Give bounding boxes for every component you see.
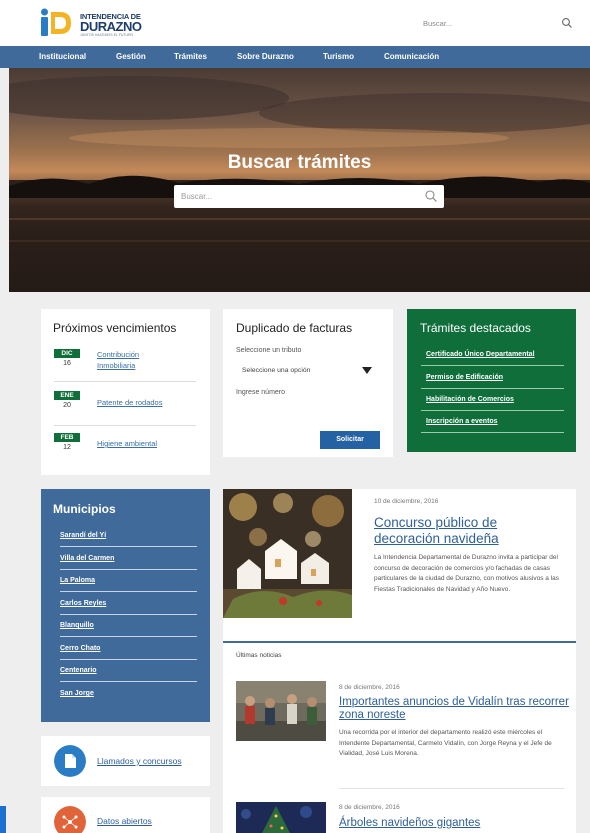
nav-item-sobre-durazno[interactable]: Sobre Durazno: [237, 52, 294, 61]
header-search-placeholder: Buscar...: [423, 19, 453, 28]
site-header: INTENDENCIA DE DURAZNO JUNTOS HACEMOS EL…: [0, 0, 590, 46]
news-title-arboles[interactable]: Árboles navideños gigantes: [339, 817, 569, 830]
divider: [60, 569, 197, 570]
numero-label: Ingrese número: [236, 389, 286, 396]
solicitar-button[interactable]: Solicitar: [320, 431, 380, 449]
venc-date-2: ENE 20: [54, 391, 80, 409]
hero-search-input[interactable]: Buscar...: [174, 185, 444, 208]
duplicado-title: Duplicado de facturas: [236, 321, 353, 335]
tributo-select-value: Seleccione una opción: [242, 367, 311, 374]
news-date: 8 de diciembre, 2016: [339, 684, 400, 691]
venc-month: FEB: [54, 433, 80, 442]
divider: [421, 432, 564, 433]
nav-item-tramites[interactable]: Trámites: [174, 52, 207, 61]
featured-news-title[interactable]: Concurso público de decoración navideña: [374, 515, 564, 546]
venc-month: ENE: [54, 391, 80, 400]
divider: [339, 788, 564, 789]
venc-date-1: DIC 16: [54, 349, 80, 367]
vencimientos-card: Próximos vencimientos DIC 16 Contribució…: [41, 309, 210, 475]
divider: [60, 591, 197, 592]
search-icon[interactable]: [424, 189, 438, 203]
venc-link-contribucion[interactable]: Contribución Inmobiliaria: [97, 349, 177, 371]
destacados-title: Trámites destacados: [420, 321, 531, 335]
news-body-vidalin: Una recorrida por el interior del depart…: [339, 729, 552, 758]
left-edge-tab[interactable]: [0, 806, 6, 833]
latest-news-heading: Últimas noticias: [236, 652, 282, 659]
municipio-link[interactable]: Villa del Carmen: [60, 555, 114, 562]
destacado-link-inscripcion[interactable]: Inscripción a eventos: [426, 418, 498, 425]
venc-month: DIC: [54, 349, 80, 358]
municipio-link[interactable]: Blanquillo: [60, 622, 94, 629]
venc-link-patente[interactable]: Patente de rodados: [97, 397, 177, 408]
main-nav: Institucional Gestión Trámites Sobre Dur…: [0, 46, 590, 68]
datos-abiertos-link[interactable]: Datos abiertos: [97, 816, 152, 826]
divider: [60, 546, 197, 547]
search-icon[interactable]: [561, 17, 573, 29]
venc-day: 20: [63, 402, 71, 409]
divider: [421, 365, 564, 366]
nav-item-comunicacion[interactable]: Comunicación: [384, 52, 439, 61]
divider: [60, 659, 197, 660]
header-search-input[interactable]: Buscar...: [417, 15, 577, 33]
destacados-card: Trámites destacados Certificado Único De…: [407, 309, 576, 452]
destacado-link-permiso[interactable]: Permiso de Edificación: [426, 374, 503, 381]
document-icon: [54, 745, 86, 777]
municipio-link[interactable]: Carlos Reyles: [60, 600, 106, 607]
municipios-title: Municipios: [53, 502, 116, 516]
datos-card[interactable]: Datos abiertos: [41, 797, 210, 833]
latest-news-card: Últimas noticias 8 de diciembre, 2016 Im…: [223, 641, 576, 833]
news-image-vidalin[interactable]: [236, 681, 326, 741]
nav-item-institucional[interactable]: Institucional: [39, 52, 86, 61]
duplicado-card: Duplicado de facturas Seleccione un trib…: [223, 309, 393, 457]
tributo-label: Seleccione un tributo: [236, 347, 302, 354]
christmas-houses-image: [223, 489, 352, 618]
people-photo-image: [236, 681, 326, 741]
llamados-card[interactable]: Llamados y concursos: [41, 736, 210, 786]
venc-day: 12: [63, 444, 71, 451]
divider: [54, 381, 196, 382]
hero-title: Buscar trámites: [227, 152, 372, 173]
divider: [60, 636, 197, 637]
logo-tagline: JUNTOS HACEMOS EL FUTURO: [80, 33, 134, 37]
tributo-select[interactable]: Seleccione una opción: [236, 364, 374, 378]
site-logo[interactable]: INTENDENCIA DE DURAZNO JUNTOS HACEMOS EL…: [40, 8, 150, 38]
llamados-link[interactable]: Llamados y concursos: [97, 756, 182, 766]
divider: [421, 410, 564, 411]
divider: [60, 614, 197, 615]
divider: [421, 388, 564, 389]
hero-banner: Buscar trámites Buscar...: [9, 68, 590, 292]
news-title-vidalin[interactable]: Importantes anuncios de Vidalín tras rec…: [339, 696, 569, 722]
hero-landscape-image: [9, 76, 590, 292]
municipio-link[interactable]: Centenario: [60, 667, 97, 674]
vencimientos-title: Próximos vencimientos: [53, 321, 177, 335]
venc-link-higiene[interactable]: Higiene ambiental: [97, 438, 177, 449]
featured-news-date: 10 de diciembre, 2016: [374, 498, 439, 505]
divider: [60, 681, 197, 682]
municipio-link[interactable]: Cerro Chato: [60, 645, 100, 652]
destacado-link-habilitacion[interactable]: Habilitación de Comercios: [426, 396, 514, 403]
news-image-arboles[interactable]: [236, 802, 326, 833]
municipio-link[interactable]: La Paloma: [60, 577, 95, 584]
nav-item-turismo[interactable]: Turismo: [323, 52, 354, 61]
logo-line2: DURAZNO: [80, 19, 142, 34]
data-icon: [54, 806, 86, 833]
municipios-card: Municipios Sarandí del Yí Villa del Carm…: [41, 489, 210, 722]
dropdown-arrow-icon: [362, 367, 372, 374]
municipio-link[interactable]: Sarandí del Yí: [60, 532, 106, 539]
divider: [54, 425, 196, 426]
venc-date-3: FEB 12: [54, 433, 80, 451]
venc-day: 16: [63, 360, 71, 367]
featured-news-card: 10 de diciembre, 2016 Concurso público d…: [223, 489, 576, 641]
featured-news-image[interactable]: [223, 489, 352, 618]
nav-item-gestion[interactable]: Gestión: [116, 52, 146, 61]
logo-mark-icon: [41, 8, 71, 36]
destacado-link-certificado[interactable]: Certificado Único Departamental: [426, 351, 535, 358]
hero-search-placeholder: Buscar...: [181, 192, 213, 201]
news-date: 8 de diciembre, 2016: [339, 804, 400, 811]
featured-news-body: La Intendencia Departamental de Durazno …: [374, 554, 559, 593]
christmas-tree-image: [236, 802, 326, 833]
municipio-link[interactable]: San Jorge: [60, 690, 94, 697]
